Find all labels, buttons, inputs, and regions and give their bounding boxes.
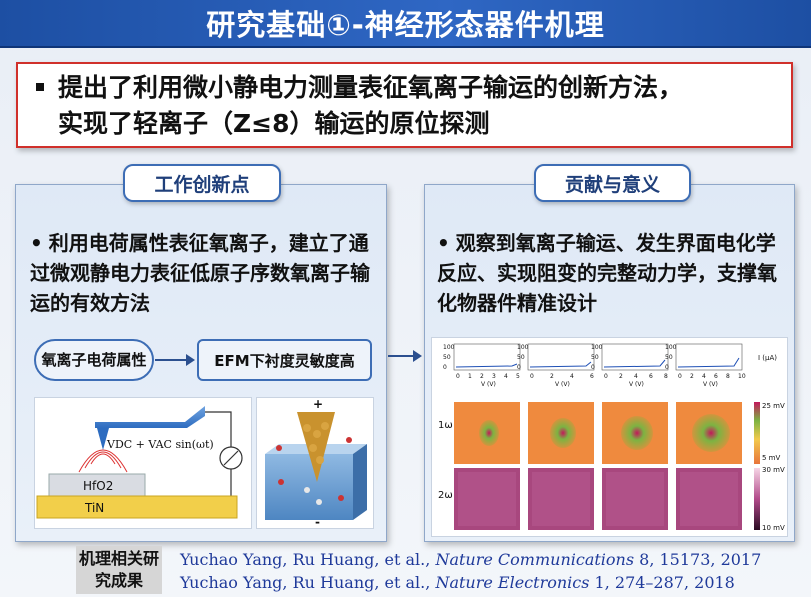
square-bullet-icon — [36, 82, 44, 91]
x-tick-label: 6 — [714, 373, 718, 380]
flow-arrow — [155, 354, 195, 366]
y-tick-label: 50 — [591, 354, 599, 361]
x-tick-label: 6 — [590, 373, 594, 380]
ref2-journal: Nature Electronics — [435, 573, 590, 592]
x-tick-label: 6 — [649, 373, 653, 380]
x-tick-label: 4 — [634, 373, 638, 380]
map-texture — [458, 472, 516, 526]
x-tick-label: 2 — [690, 373, 694, 380]
flow-charge-property: 氧离子电荷属性 — [34, 339, 154, 381]
row2-label: 2ω — [438, 490, 453, 501]
x-tick-label: 2 — [480, 373, 484, 380]
innovation-panel: 工作创新点 • 利用电荷属性表征氧离子，建立了通过微观静电力表征低原子序数氧离子输… — [15, 164, 387, 542]
current-unit: I (μA) — [758, 354, 777, 362]
row1-label: 1ω — [438, 420, 453, 431]
colorbar-1 — [754, 402, 760, 464]
innovation-tag: 工作创新点 — [123, 164, 281, 202]
x-axis-label: V (V) — [481, 381, 496, 388]
x-tick-label: 5 — [516, 373, 520, 380]
y-tick-label: 50 — [517, 354, 525, 361]
y-tick-label: 0 — [517, 364, 521, 371]
minus-sign: - — [315, 515, 320, 528]
colorbar1-top: 25 mV — [762, 402, 785, 410]
x-tick-label: 8 — [664, 373, 668, 380]
y-tick-label: 0 — [665, 364, 669, 371]
references-label: 机理相关研究成果 — [76, 546, 162, 594]
bullet-dot: • — [437, 231, 450, 255]
tip-illustration-svg: + - — [265, 397, 367, 529]
x-tick-label: 1 — [468, 373, 472, 380]
x-tick-label: 3 — [492, 373, 496, 380]
formula-label: VDC + VAC sin(ωt) — [106, 438, 214, 451]
highlight-text-1: 提出了利用微小静电力测量表征氧离子输运的创新方法， — [58, 73, 684, 102]
map-texture — [606, 472, 664, 526]
x-tick-label: 2 — [619, 373, 623, 380]
innovation-body: 利用电荷属性表征氧离子，建立了通过微观静电力表征低原子序数氧离子输运的有效方法 — [30, 231, 370, 315]
x-tick-label: 0 — [530, 373, 534, 380]
highlight-line-1: 提出了利用微小静电力测量表征氧离子输运的创新方法， — [36, 70, 781, 106]
title-bar: 研究基础①-神经形态器件机理 — [0, 0, 811, 48]
ref1-details: 8, 15173, 2017 — [634, 550, 762, 569]
significance-tag: 贡献与意义 — [534, 164, 691, 202]
significance-body: 观察到氧离子输运、发生界面电化学反应、实现阻变的完整动力学，支撑氧化物器件精准设… — [437, 231, 777, 315]
colorbar2-top: 30 mV — [762, 466, 785, 474]
reference-2: Yuchao Yang, Ru Huang, et al., Nature El… — [180, 573, 735, 592]
x-tick-label: 4 — [504, 373, 508, 380]
efm-result-svg: 1005000 1 2 3 4 5V (V)1005000 2 4 6V (V)1005000 2… — [438, 343, 785, 532]
highlight-box: 提出了利用微小静电力测量表征氧离子输运的创新方法， 实现了轻离子（Z≤8）输运的… — [16, 62, 793, 148]
bullet-dot: • — [30, 231, 43, 255]
map-texture — [680, 472, 738, 526]
x-tick-label: 0 — [604, 373, 608, 380]
panel-connector-arrow — [388, 350, 422, 362]
map-feature — [479, 420, 499, 446]
ref2-authors: Yuchao Yang, Ru Huang, et al., — [180, 573, 436, 592]
y-tick-label: 50 — [443, 354, 451, 361]
x-tick-label: 4 — [570, 373, 574, 380]
reference-1: Yuchao Yang, Ru Huang, et al., Nature Co… — [180, 550, 761, 569]
y-tick-label: 0 — [443, 364, 447, 371]
tip-illustration-figure: + - — [256, 397, 374, 529]
y-tick-label: 100 — [591, 344, 603, 351]
y-tick-label: 50 — [665, 354, 673, 361]
y-tick-label: 100 — [517, 344, 529, 351]
flow-efm-contrast: EFM下衬度灵敏度高 — [197, 339, 372, 381]
x-axis-label: V (V) — [703, 381, 718, 388]
x-tick-label: 0 — [456, 373, 460, 380]
references: 机理相关研究成果 Yuchao Yang, Ru Huang, et al., … — [76, 546, 806, 594]
x-tick-label: 0 — [678, 373, 682, 380]
significance-text: • 观察到氧离子输运、发生界面电化学反应、实现阻变的完整动力学，支撑氧化物器件精准… — [437, 228, 789, 318]
map-feature — [621, 416, 653, 450]
efm-schematic-figure: VDC + VAC sin(ωt) HfO2 TiN — [34, 397, 252, 529]
efm-schematic-svg: VDC + VAC sin(ωt) HfO2 TiN — [36, 406, 243, 519]
y-tick-label: 100 — [665, 344, 677, 351]
x-tick-label: 8 — [726, 373, 730, 380]
x-tick-label: 4 — [702, 373, 706, 380]
y-tick-label: 0 — [591, 364, 595, 371]
efm-result-figure: 100 50 0 0 1 2 3 4 5 V (V) 100 50 0 0 2 4 6 V (V) 100 50 0 0 2… — [431, 337, 788, 537]
x-tick-label: 2 — [550, 373, 554, 380]
map-texture — [532, 472, 590, 526]
layer-hfo2: HfO2 — [83, 479, 113, 493]
map-feature — [550, 418, 576, 448]
ref1-journal: Nature Communications — [435, 550, 635, 569]
significance-panel: 贡献与意义 • 观察到氧离子输运、发生界面电化学反应、实现阻变的完整动力学，支撑氧… — [424, 164, 795, 542]
x-axis-label: V (V) — [629, 381, 644, 388]
colorbar2-bottom: 10 mV — [762, 524, 785, 532]
ref1-authors: Yuchao Yang, Ru Huang, et al., — [180, 550, 436, 569]
ref2-details: 1, 274–287, 2018 — [589, 573, 735, 592]
x-axis-label: V (V) — [555, 381, 570, 388]
layer-tin: TiN — [84, 501, 104, 515]
y-tick-label: 100 — [443, 344, 455, 351]
colorbar1-bottom: 5 mV — [762, 454, 780, 462]
colorbar-2 — [754, 468, 760, 530]
plus-sign: + — [313, 398, 323, 411]
highlight-line-2: 实现了轻离子（Z≤8）输运的原位探测 — [58, 109, 490, 138]
slide-title: 研究基础①-神经形态器件机理 — [206, 8, 605, 42]
x-tick-label: 10 — [738, 373, 746, 380]
innovation-text: • 利用电荷属性表征氧离子，建立了通过微观静电力表征低原子序数氧离子输运的有效方法 — [30, 228, 380, 318]
map-feature — [692, 414, 730, 452]
